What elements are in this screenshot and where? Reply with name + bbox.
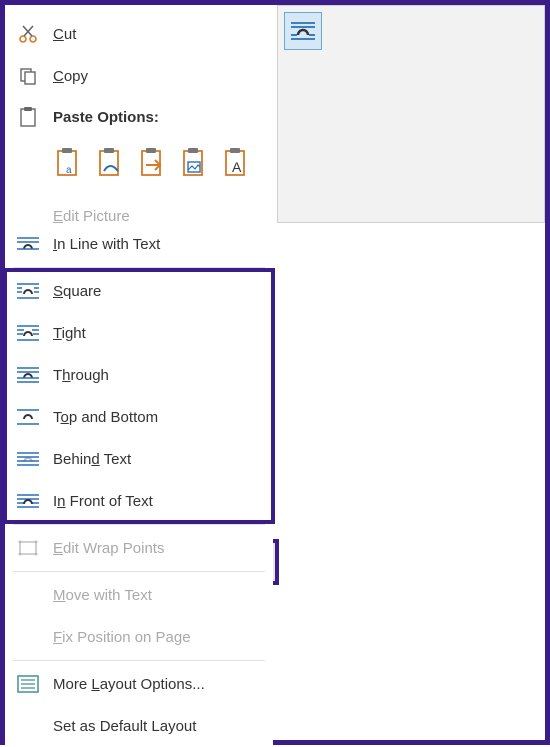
menu-label: Copy	[53, 68, 88, 85]
layout-options-flyout	[277, 5, 545, 223]
copy-icon	[15, 65, 41, 87]
menu-paste-options: Paste Options:	[5, 97, 277, 137]
paste-link-icon[interactable]	[137, 143, 171, 183]
paste-merge-icon[interactable]	[95, 143, 129, 183]
paste-keep-source-icon[interactable]: a	[53, 143, 87, 183]
submenu-label: Edit Wrap Points	[53, 540, 164, 557]
svg-text:a: a	[66, 165, 72, 176]
cut-icon	[15, 23, 41, 45]
submenu-through[interactable]: Through	[5, 354, 273, 396]
submenu-label: Through	[53, 367, 109, 384]
edit-wrap-points-icon	[15, 537, 41, 559]
divider	[13, 660, 265, 661]
paste-icon	[15, 106, 41, 128]
submenu-fix-position: Fix Position on Page	[5, 616, 273, 658]
submenu-label: Top and Bottom	[53, 409, 158, 426]
divider	[13, 571, 265, 572]
behind-text-icon	[15, 448, 41, 470]
submenu-edit-wrap-points: Edit Wrap Points	[5, 527, 273, 569]
wrap-options-group: Square Tight Through Top and Bottom Behi	[5, 270, 273, 522]
submenu-label: More Layout Options...	[53, 676, 205, 693]
submenu-in-line[interactable]: In Line with Text	[5, 223, 273, 265]
inline-icon	[15, 233, 41, 255]
submenu-set-default[interactable]: Set as Default Layout	[5, 705, 273, 747]
paste-options-label: Paste Options:	[53, 109, 159, 126]
submenu-in-front[interactable]: In Front of Text	[5, 480, 273, 522]
submenu-tight[interactable]: Tight	[5, 312, 273, 354]
menu-label: CuCutt	[53, 26, 76, 43]
submenu-label: In Line with Text	[53, 236, 160, 253]
submenu-label: Move with Text	[53, 587, 152, 604]
paste-picture-icon[interactable]	[179, 143, 213, 183]
submenu-more-layout[interactable]: More Layout Options...	[5, 663, 273, 705]
layout-options-button[interactable]	[284, 12, 322, 50]
paste-options-row: a A	[5, 137, 277, 195]
submenu-behind[interactable]: Behind Text	[5, 438, 273, 480]
square-icon	[15, 280, 41, 302]
submenu-move-with-text: Move with Text	[5, 574, 273, 616]
divider	[13, 267, 265, 268]
wrap-text-submenu: In Line with Text Square Tight Through	[5, 223, 273, 747]
through-icon	[15, 364, 41, 386]
submenu-label: Behind Text	[53, 451, 131, 468]
divider	[13, 524, 265, 525]
menu-label: Edit Picture	[53, 208, 130, 225]
submenu-label: In Front of Text	[53, 493, 153, 510]
front-text-icon	[15, 490, 41, 512]
top-bottom-icon	[15, 406, 41, 428]
svg-text:A: A	[232, 159, 242, 175]
paste-text-only-icon[interactable]: A	[221, 143, 255, 183]
wrap-text-icon	[290, 21, 316, 41]
submenu-square[interactable]: Square	[5, 270, 273, 312]
submenu-label: Fix Position on Page	[53, 629, 191, 646]
submenu-label: Square	[53, 283, 101, 300]
submenu-top-bottom[interactable]: Top and Bottom	[5, 396, 273, 438]
tight-icon	[15, 322, 41, 344]
more-layout-icon	[15, 673, 41, 695]
submenu-label: Set as Default Layout	[53, 718, 196, 735]
menu-cut[interactable]: CuCutt	[5, 13, 277, 55]
menu-copy[interactable]: Copy	[5, 55, 277, 97]
submenu-label: Tight	[53, 325, 86, 342]
